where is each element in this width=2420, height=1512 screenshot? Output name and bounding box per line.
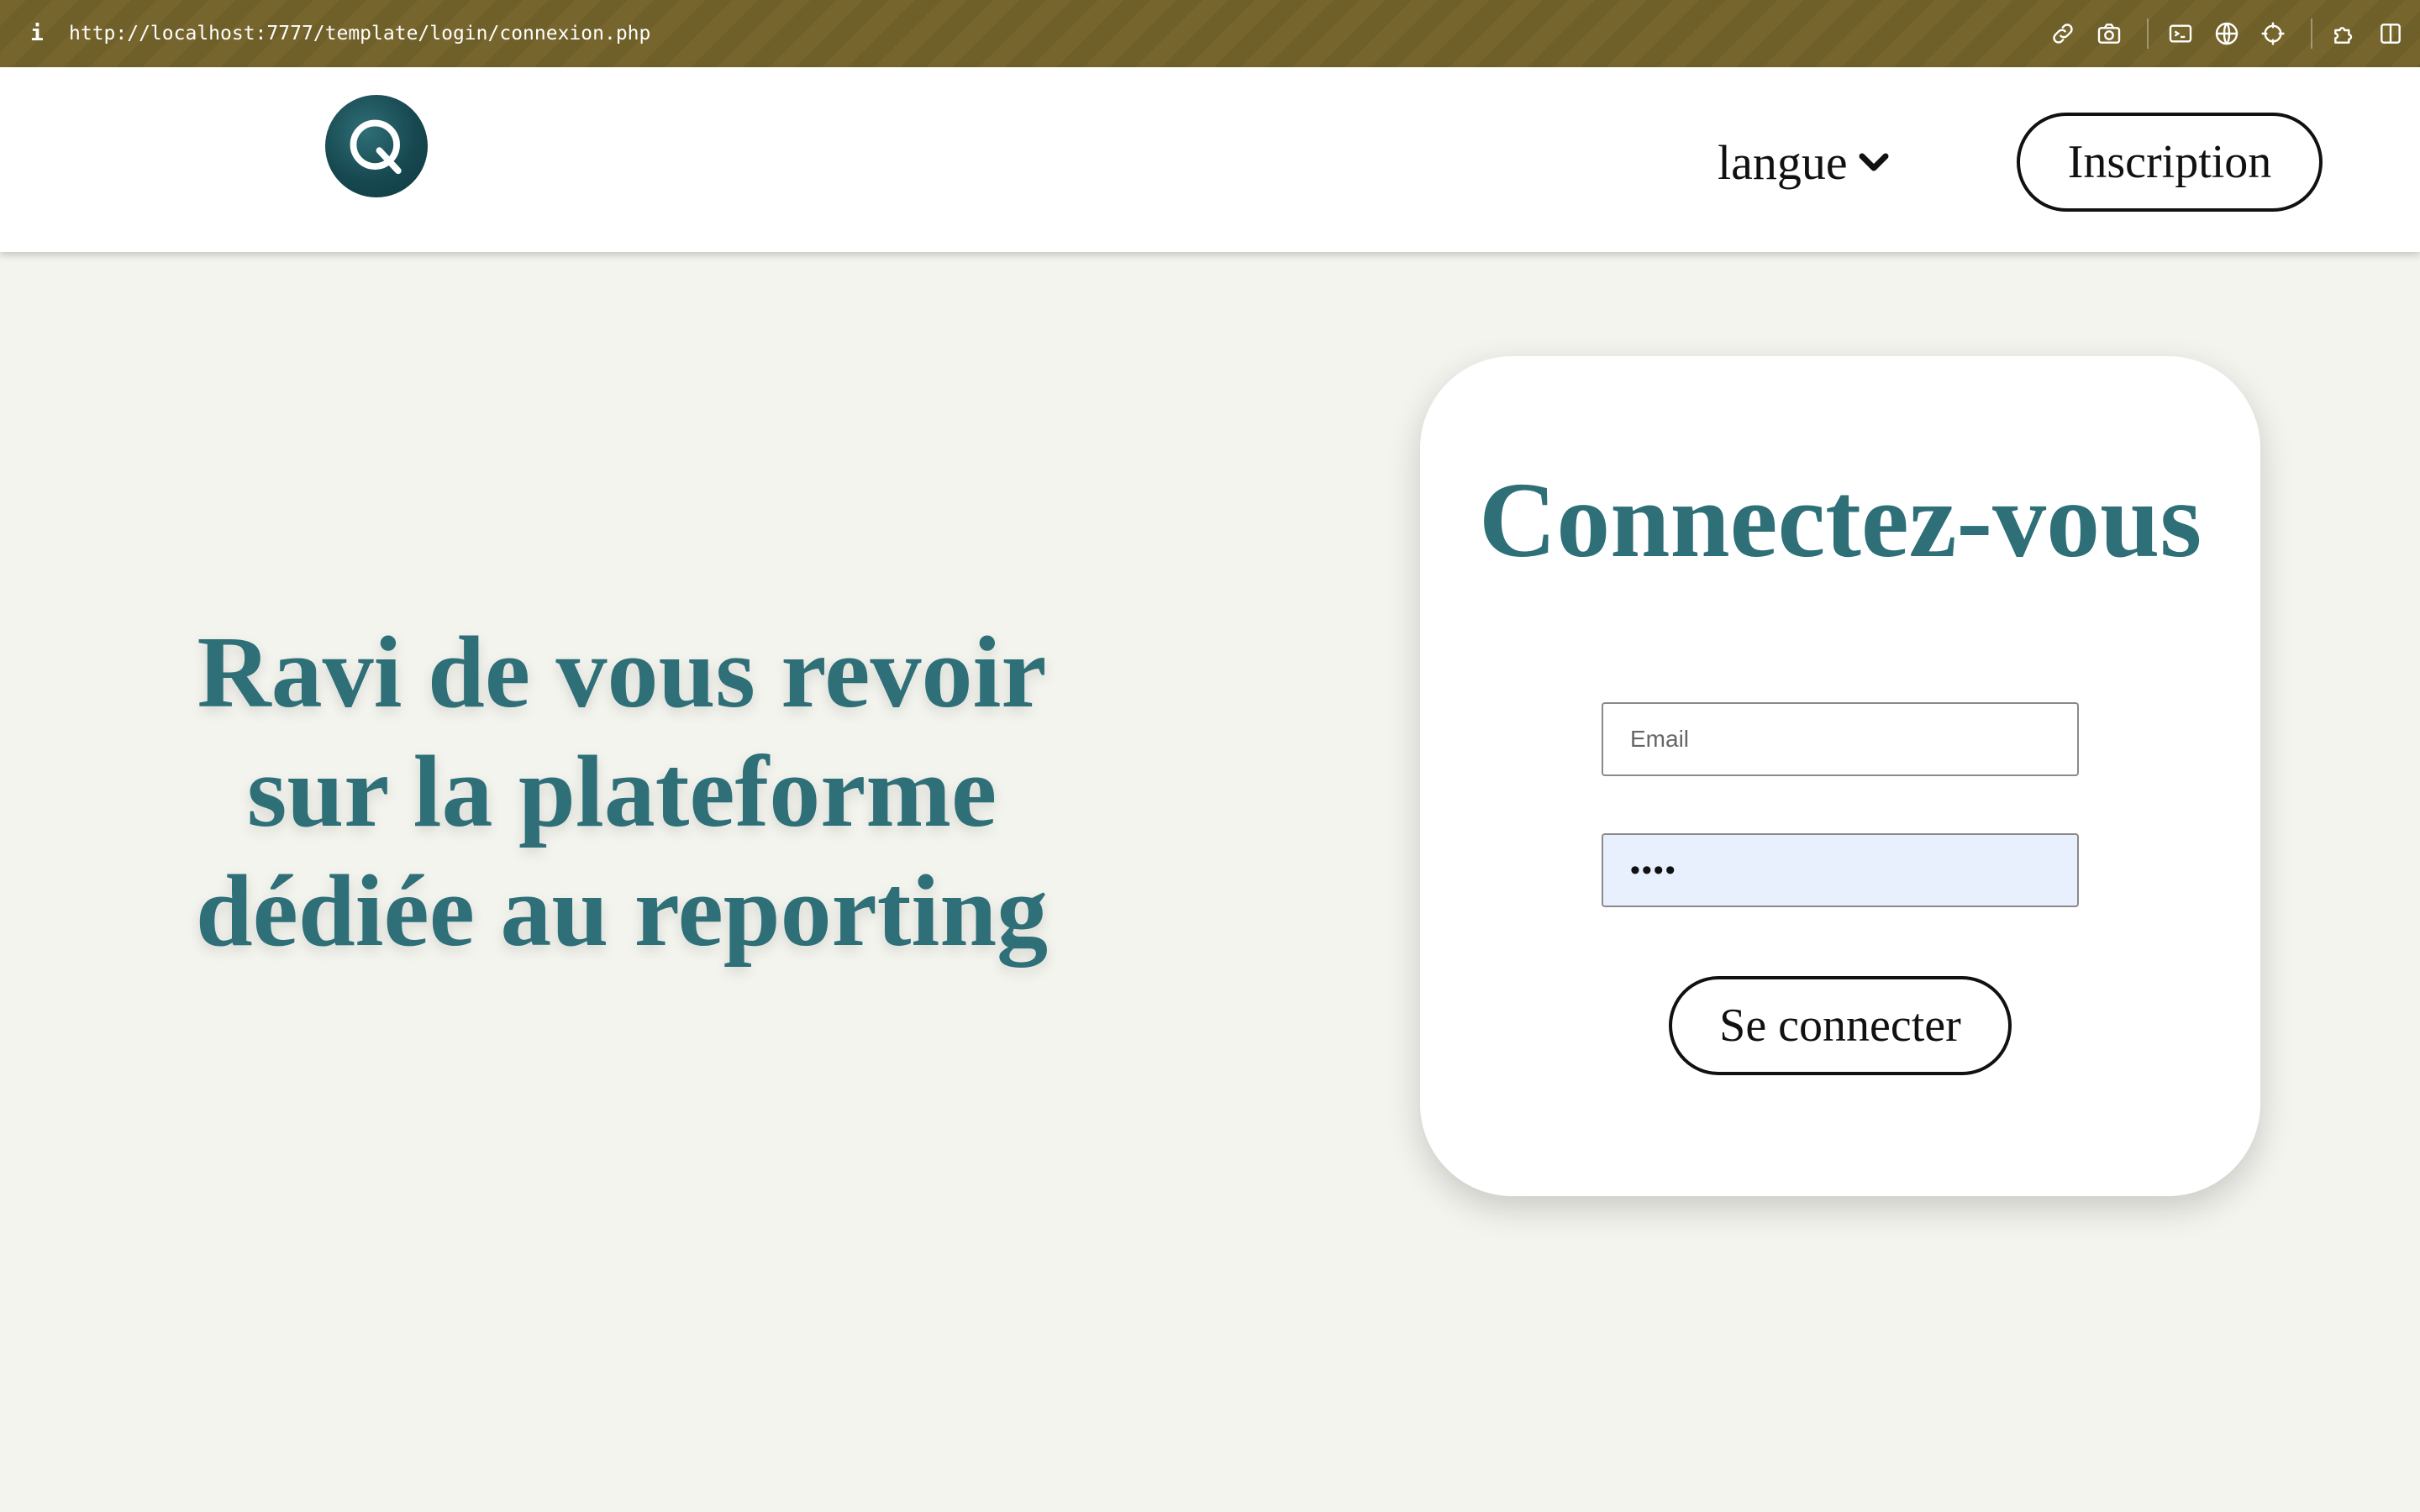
- terminal-icon[interactable]: [2164, 17, 2197, 50]
- language-label: langue: [1718, 134, 1848, 190]
- camera-icon[interactable]: [2092, 17, 2126, 50]
- welcome-heading-line: sur la plateforme: [246, 735, 997, 848]
- sidebar-icon[interactable]: [2374, 17, 2407, 50]
- email-field[interactable]: [1602, 702, 2079, 776]
- language-dropdown[interactable]: langue: [1718, 133, 1891, 192]
- crosshair-icon[interactable]: [2256, 17, 2290, 50]
- q-logo-icon[interactable]: [325, 95, 428, 197]
- browser-toolbar-icons: [2046, 0, 2420, 67]
- login-card: Connectez-vous Se connecter: [1420, 356, 2260, 1196]
- info-icon[interactable]: i: [29, 18, 45, 49]
- login-button[interactable]: Se connecter: [1669, 976, 2012, 1075]
- browser-toolbar: i http://localhost:7777/template/login/c…: [0, 0, 2420, 67]
- register-button[interactable]: Inscription: [2017, 113, 2323, 212]
- welcome-heading-line: Ravi de vous revoir: [197, 616, 1047, 729]
- welcome-heading-line: dédiée au reporting: [195, 854, 1049, 968]
- link-icon[interactable]: [2046, 17, 2080, 50]
- toolbar-divider: [2147, 18, 2149, 49]
- globe-icon[interactable]: [2210, 17, 2244, 50]
- password-field[interactable]: [1602, 833, 2079, 907]
- login-title: Connectez-vous: [1478, 460, 2202, 580]
- site-header: langue Inscription: [0, 67, 2420, 252]
- address-bar-url[interactable]: http://localhost:7777/template/login/con…: [69, 18, 650, 49]
- extension-icon[interactable]: [2328, 17, 2361, 50]
- chevron-down-icon: [1859, 153, 1889, 171]
- toolbar-divider: [2311, 18, 2312, 49]
- welcome-heading: Ravi de vous revoir sur la plateforme dé…: [118, 613, 1126, 971]
